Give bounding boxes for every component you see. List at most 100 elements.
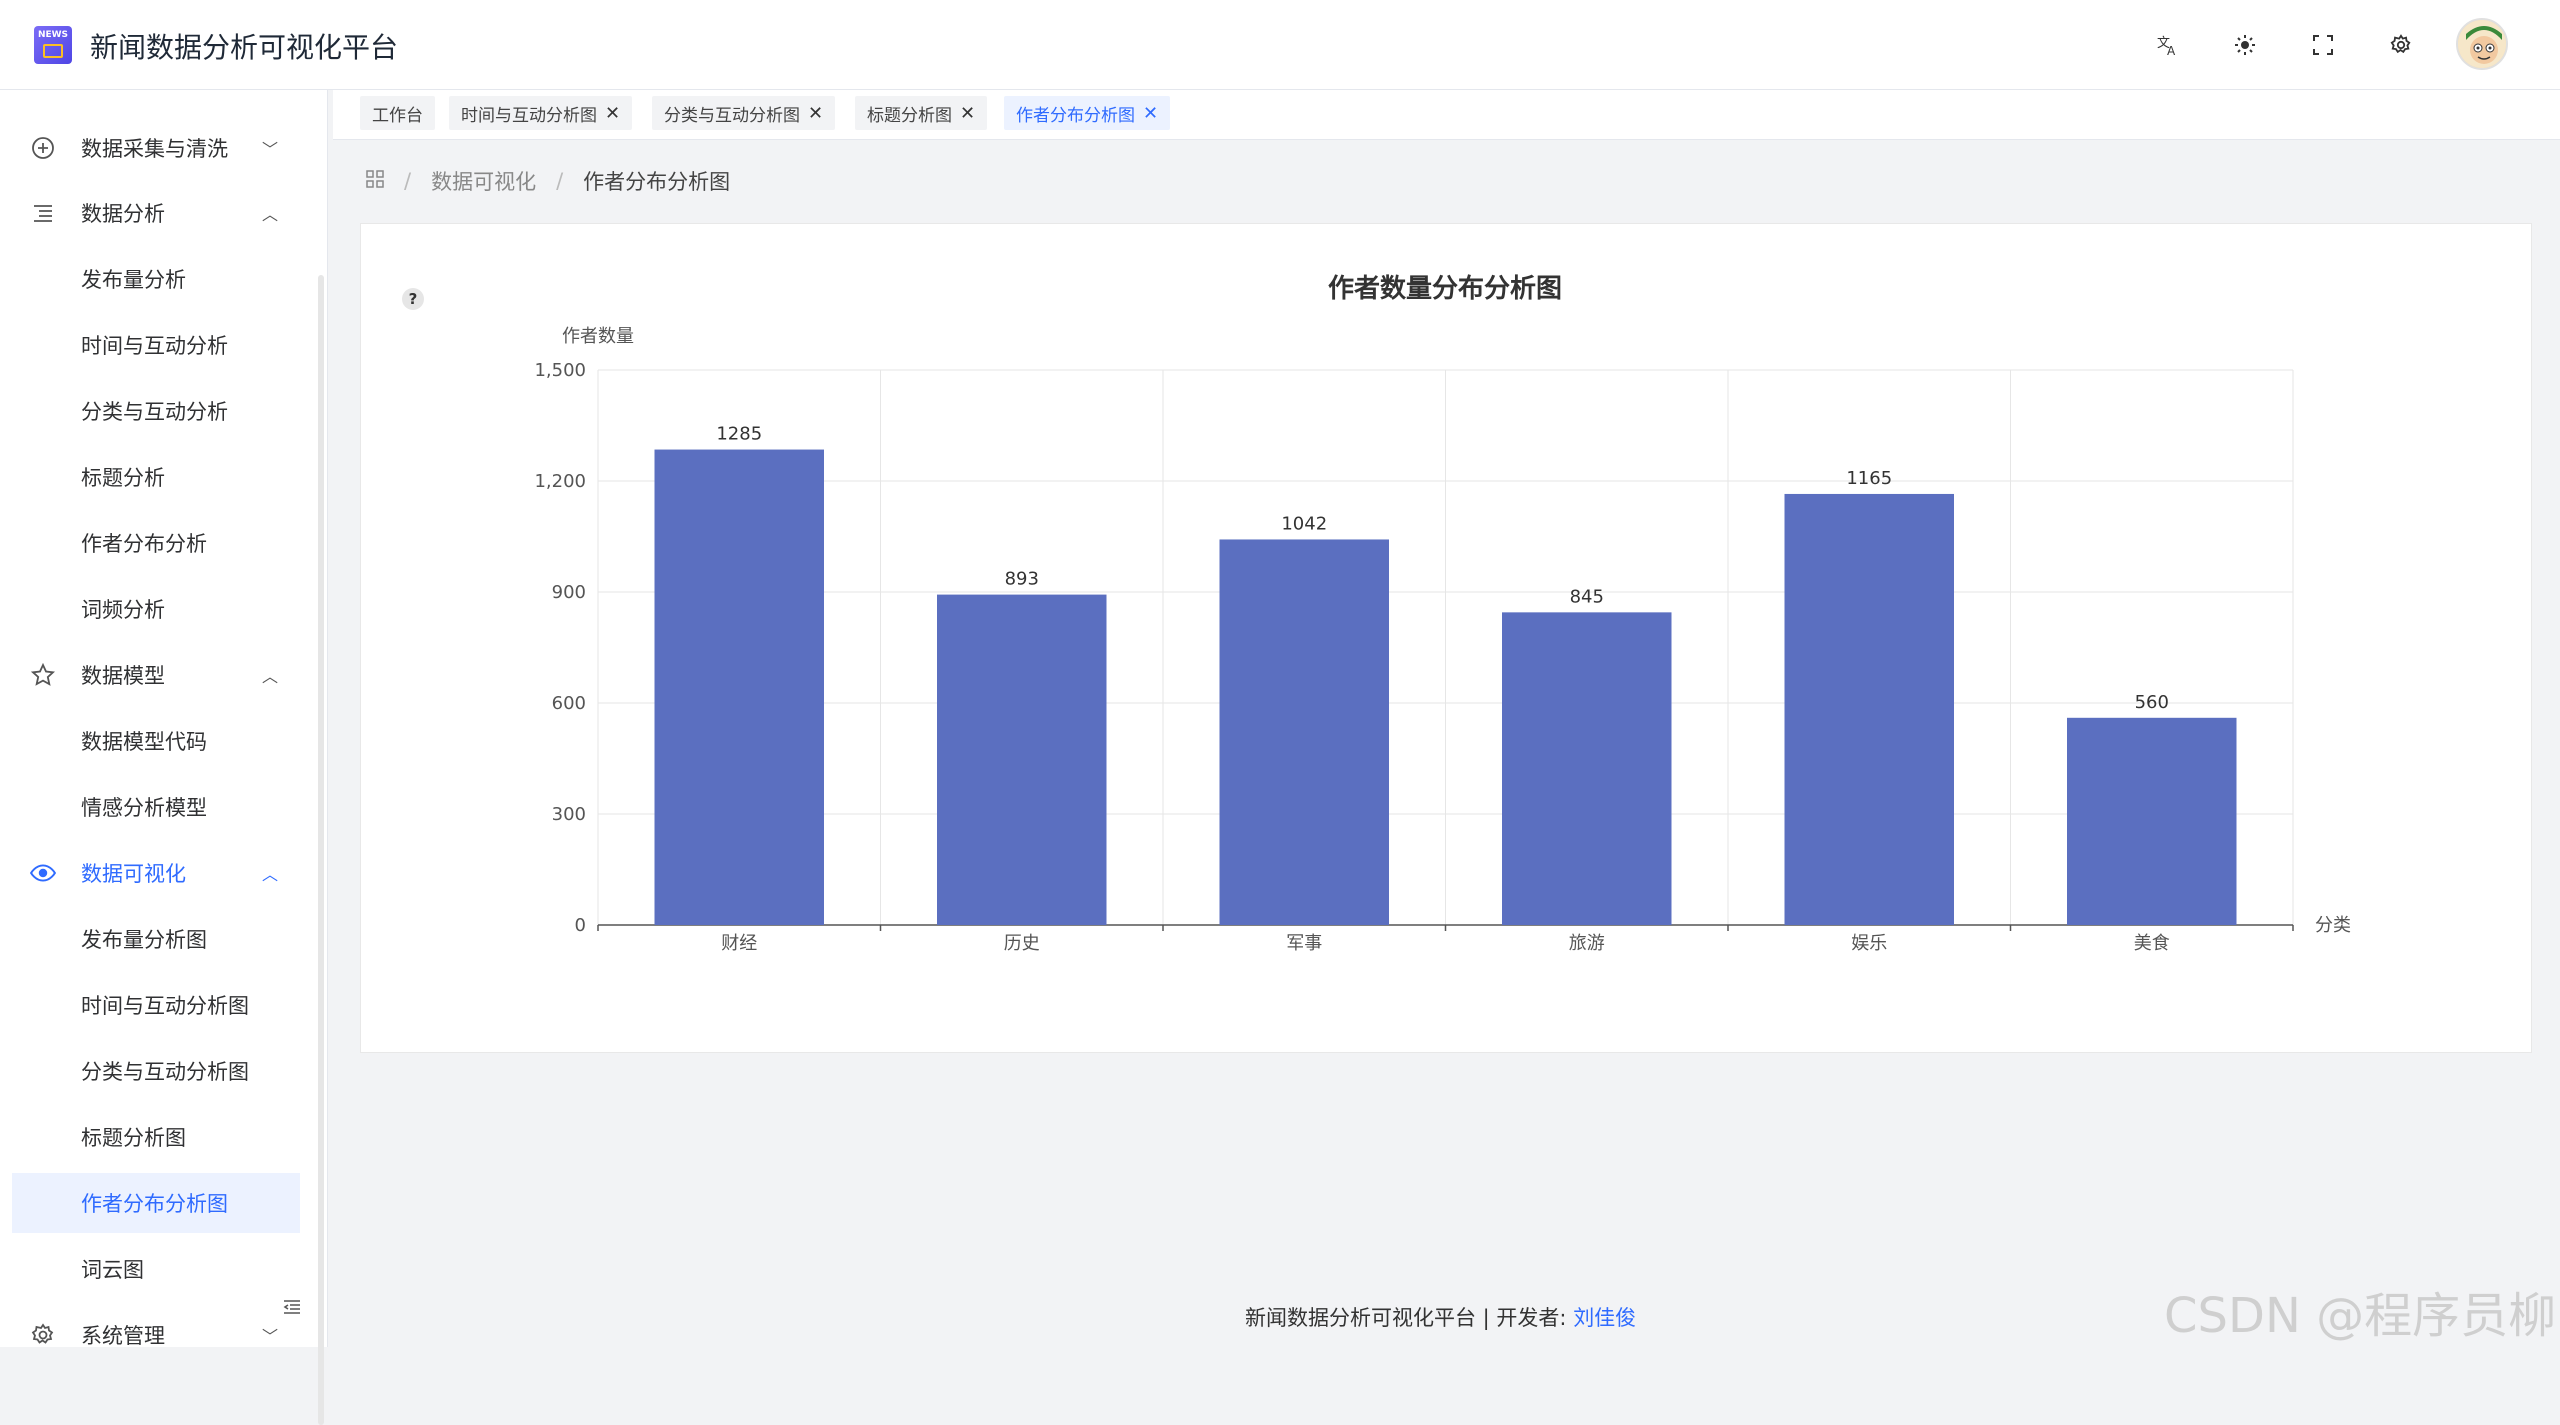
- sidebar-item-label: 标题分析: [81, 466, 165, 490]
- sidebar-item[interactable]: 分类与互动分析: [0, 381, 310, 441]
- tabs-bar: 工作台 时间与互动分析图 ✕ 分类与互动分析图 ✕ 标题分析图 ✕ 作者分布分析图 ✕: [333, 90, 2560, 140]
- bar: [1219, 539, 1389, 925]
- fullscreen-icon[interactable]: [2300, 22, 2346, 68]
- x-tick-label: 美食: [2134, 933, 2170, 954]
- sidebar-item-label: 情感分析模型: [81, 796, 207, 820]
- bar-value-label: 1042: [1281, 513, 1327, 534]
- x-tick-label: 娱乐: [1851, 933, 1887, 954]
- sidebar-item-label: 时间与互动分析: [81, 334, 228, 358]
- sidebar-item-label: 分类与互动分析: [81, 400, 228, 424]
- footer-text: 新闻数据分析可视化平台 | 开发者:: [1245, 1306, 1567, 1330]
- chevron-down-icon: ﹀: [262, 140, 279, 159]
- translate-icon[interactable]: 文A: [2144, 22, 2190, 68]
- sidebar-item-label: 数据模型代码: [81, 730, 207, 754]
- close-icon[interactable]: ✕: [960, 103, 975, 124]
- sidebar-group-label: 数据模型: [81, 664, 165, 688]
- tab-workbench[interactable]: 工作台: [360, 96, 435, 130]
- tab-title-analysis[interactable]: 标题分析图 ✕: [855, 96, 988, 130]
- sidebar-item[interactable]: 时间与互动分析图: [0, 975, 310, 1035]
- footer: 新闻数据分析可视化平台 | 开发者: 刘佳俊: [1245, 1302, 1636, 1332]
- sidebar-group-label: 数据分析: [81, 202, 165, 226]
- star-icon: [30, 662, 56, 688]
- sidebar-item-label: 发布量分析: [81, 268, 186, 292]
- breadcrumb-current: 作者分布分析图: [583, 170, 731, 194]
- y-tick-label: 1,500: [534, 360, 586, 381]
- sidebar-item-selected[interactable]: 作者分布分析图: [12, 1173, 300, 1233]
- sidebar-item[interactable]: 发布量分析: [0, 249, 310, 309]
- settings-icon[interactable]: [2378, 22, 2424, 68]
- logo-text: NEWS: [37, 30, 69, 40]
- sidebar-item-label: 词云图: [81, 1258, 144, 1282]
- sidebar-item[interactable]: 情感分析模型: [0, 777, 310, 837]
- sidebar-item[interactable]: 分类与互动分析图: [0, 1041, 310, 1101]
- sidebar-scrollbar[interactable]: [318, 275, 324, 1425]
- developer-link[interactable]: 刘佳俊: [1573, 1306, 1636, 1330]
- breadcrumb-separator: /: [556, 169, 564, 193]
- x-tick-label: 历史: [1004, 933, 1040, 954]
- sidebar: 数据采集与清洗 ﹀ 数据分析 ︿ 发布量分析 时间与互动分析 分类与互动分析 标…: [0, 90, 328, 1425]
- chart-title: 作者数量分布分析图: [1328, 274, 1562, 304]
- sidebar-item-label: 分类与互动分析图: [81, 1060, 249, 1084]
- bar-value-label: 845: [1570, 586, 1604, 607]
- y-axis-label: 作者数量: [562, 326, 634, 347]
- sidebar-group-data-model[interactable]: 数据模型 ︿: [0, 645, 310, 705]
- tab-time-interaction[interactable]: 时间与互动分析图 ✕: [449, 96, 633, 130]
- x-axis-label: 分类: [2315, 915, 2351, 936]
- grid-icon[interactable]: [366, 169, 384, 193]
- gear-icon: [30, 1322, 56, 1348]
- sidebar-item[interactable]: 标题分析: [0, 447, 310, 507]
- svg-text:A: A: [2167, 44, 2176, 57]
- bar-value-label: 1165: [1846, 468, 1892, 489]
- y-tick-label: 0: [575, 915, 586, 936]
- y-tick-label: 300: [552, 804, 586, 825]
- tab-label: 分类与互动分析图: [664, 105, 800, 126]
- sidebar-group-data-analysis[interactable]: 数据分析 ︿: [0, 183, 310, 243]
- close-icon[interactable]: ✕: [605, 103, 620, 124]
- collapse-sidebar-icon[interactable]: [278, 1296, 306, 1324]
- tab-author-distribution[interactable]: 作者分布分析图 ✕: [1004, 96, 1171, 130]
- chart-card: ? 作者数量分布分析图 作者数量 0 300 600 900 1,200 1,500 1285 财…: [360, 223, 2532, 1053]
- user-avatar[interactable]: [2456, 18, 2508, 70]
- bar-value-label: 560: [2135, 692, 2169, 713]
- sidebar-item-label: 词频分析: [81, 598, 165, 622]
- close-icon[interactable]: ✕: [1143, 103, 1158, 124]
- sidebar-group-label: 数据采集与清洗: [81, 137, 228, 161]
- tab-label: 时间与互动分析图: [461, 105, 597, 126]
- app-title: 新闻数据分析可视化平台: [90, 31, 399, 64]
- sidebar-item[interactable]: 词云图: [0, 1239, 310, 1299]
- eye-icon: [30, 860, 56, 886]
- sidebar-item[interactable]: 数据模型代码: [0, 711, 310, 771]
- tab-label: 作者分布分析图: [1016, 105, 1135, 126]
- sidebar-item-label: 发布量分析图: [81, 928, 207, 952]
- y-tick-label: 1,200: [534, 471, 586, 492]
- tab-category-interaction[interactable]: 分类与互动分析图 ✕: [652, 96, 836, 130]
- y-tick-label: 600: [552, 693, 586, 714]
- close-icon[interactable]: ✕: [808, 103, 823, 124]
- sidebar-item[interactable]: 词频分析: [0, 579, 310, 639]
- chevron-up-icon: ︿: [262, 865, 279, 884]
- bar-value-label: 893: [1005, 569, 1039, 590]
- breadcrumb: / 数据可视化 / 作者分布分析图: [366, 166, 730, 196]
- sidebar-group-data-visualization[interactable]: 数据可视化 ︿: [0, 843, 310, 903]
- list-icon: [30, 200, 56, 226]
- sidebar-item[interactable]: 时间与互动分析: [0, 315, 310, 375]
- sidebar-group-system-management[interactable]: 系统管理 ﹀: [0, 1305, 310, 1365]
- sidebar-item[interactable]: 作者分布分析: [0, 513, 310, 573]
- theme-icon[interactable]: [2222, 22, 2268, 68]
- tab-label: 标题分析图: [867, 105, 952, 126]
- sidebar-group-data-collection[interactable]: 数据采集与清洗 ﹀: [0, 118, 310, 178]
- sidebar-item-label: 时间与互动分析图: [81, 994, 249, 1018]
- sidebar-item[interactable]: 发布量分析图: [0, 909, 310, 969]
- x-tick-label: 财经: [721, 933, 757, 954]
- bar: [1502, 612, 1672, 925]
- breadcrumb-separator: /: [404, 169, 412, 193]
- chevron-down-icon: ﹀: [262, 1327, 279, 1346]
- chevron-up-icon: ︿: [262, 205, 279, 224]
- y-tick-label: 900: [552, 582, 586, 603]
- sidebar-item[interactable]: 标题分析图: [0, 1107, 310, 1167]
- breadcrumb-item[interactable]: 数据可视化: [431, 166, 536, 196]
- bar-value-label: 1285: [716, 424, 762, 445]
- bar: [1784, 493, 1954, 925]
- bar: [937, 594, 1107, 925]
- sidebar-group-label: 系统管理: [81, 1324, 165, 1348]
